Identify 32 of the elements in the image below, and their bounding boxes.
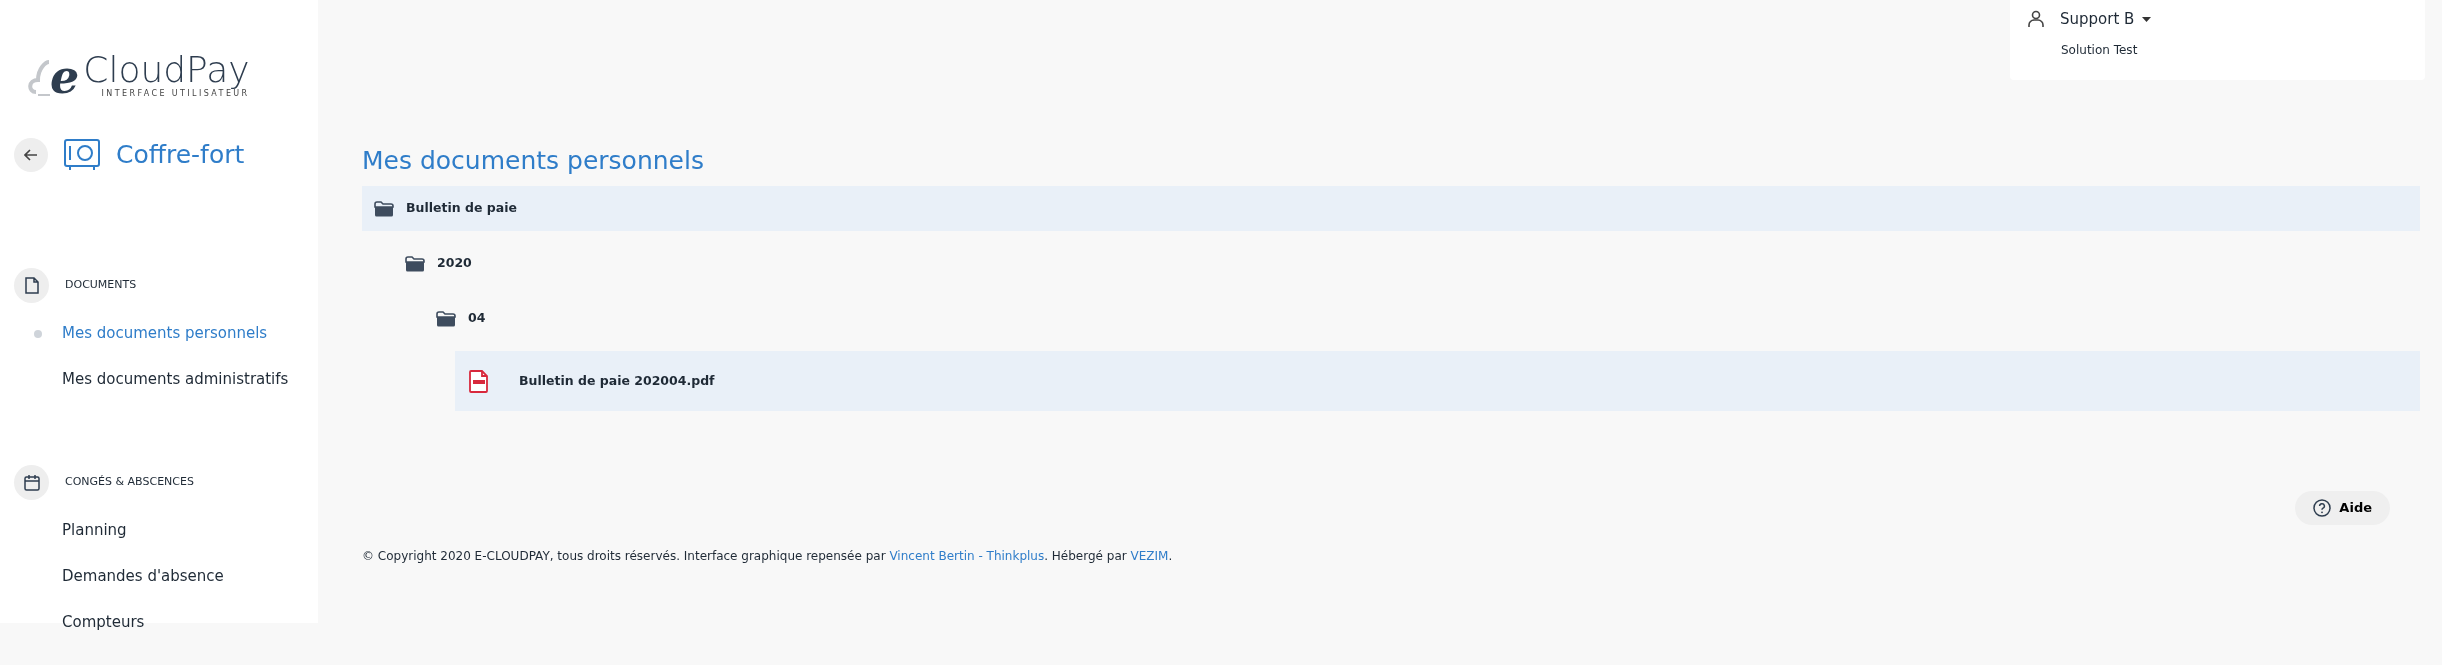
- document-icon: [24, 276, 39, 294]
- folder-row[interactable]: Bulletin de paie: [362, 186, 2420, 231]
- folder-row[interactable]: 2020: [393, 241, 2420, 286]
- section-heading: DOCUMENTS: [65, 276, 137, 293]
- folder-icon: [374, 200, 394, 217]
- company-name: Solution Test: [2061, 41, 2138, 59]
- logo-tagline: INTERFACE UTILISATEUR: [100, 89, 250, 100]
- file-row[interactable]: Bulletin de paie 202004.pdf: [455, 351, 2420, 411]
- calendar-icon: [23, 473, 40, 491]
- help-icon: [2313, 498, 2332, 517]
- sidebar-link[interactable]: Mes documents personnels: [62, 322, 268, 345]
- user-icon: [2028, 10, 2044, 29]
- page-title: Mes documents personnels: [362, 146, 705, 176]
- sidebar-link[interactable]: Mes documents administratifs: [62, 368, 289, 391]
- module-title: Coffre-fort: [116, 139, 245, 171]
- logo-letter: e: [50, 54, 80, 100]
- pdf-file-icon: [469, 369, 489, 393]
- back-button[interactable]: [14, 137, 48, 172]
- sidebar-link[interactable]: Planning: [62, 519, 127, 542]
- caret-icon: [2142, 16, 2152, 22]
- logo-name: CloudPay: [83, 52, 250, 88]
- section-heading: CONGÉS & ABSCENCES: [65, 473, 194, 490]
- help-button[interactable]: Aide: [2295, 491, 2390, 525]
- folder-icon: [436, 310, 456, 327]
- copyright-text: © Copyright 2020 E-CLOUDPAY, tous droits réservés. Interface graphique repensée par Vincent Bertin - Thinkplus. Hébergé par VEZIM.: [362, 547, 1173, 565]
- sidebar-link[interactable]: Compteurs: [62, 611, 145, 634]
- folder-icon: [405, 255, 425, 272]
- safe-icon: [64, 138, 100, 171]
- sidebar-link[interactable]: Demandes d'absence: [62, 565, 224, 588]
- user-menu-button[interactable]: Support B: [2060, 8, 2152, 31]
- folder-row[interactable]: 04: [424, 296, 2420, 341]
- back-arrow-icon: [24, 148, 38, 161]
